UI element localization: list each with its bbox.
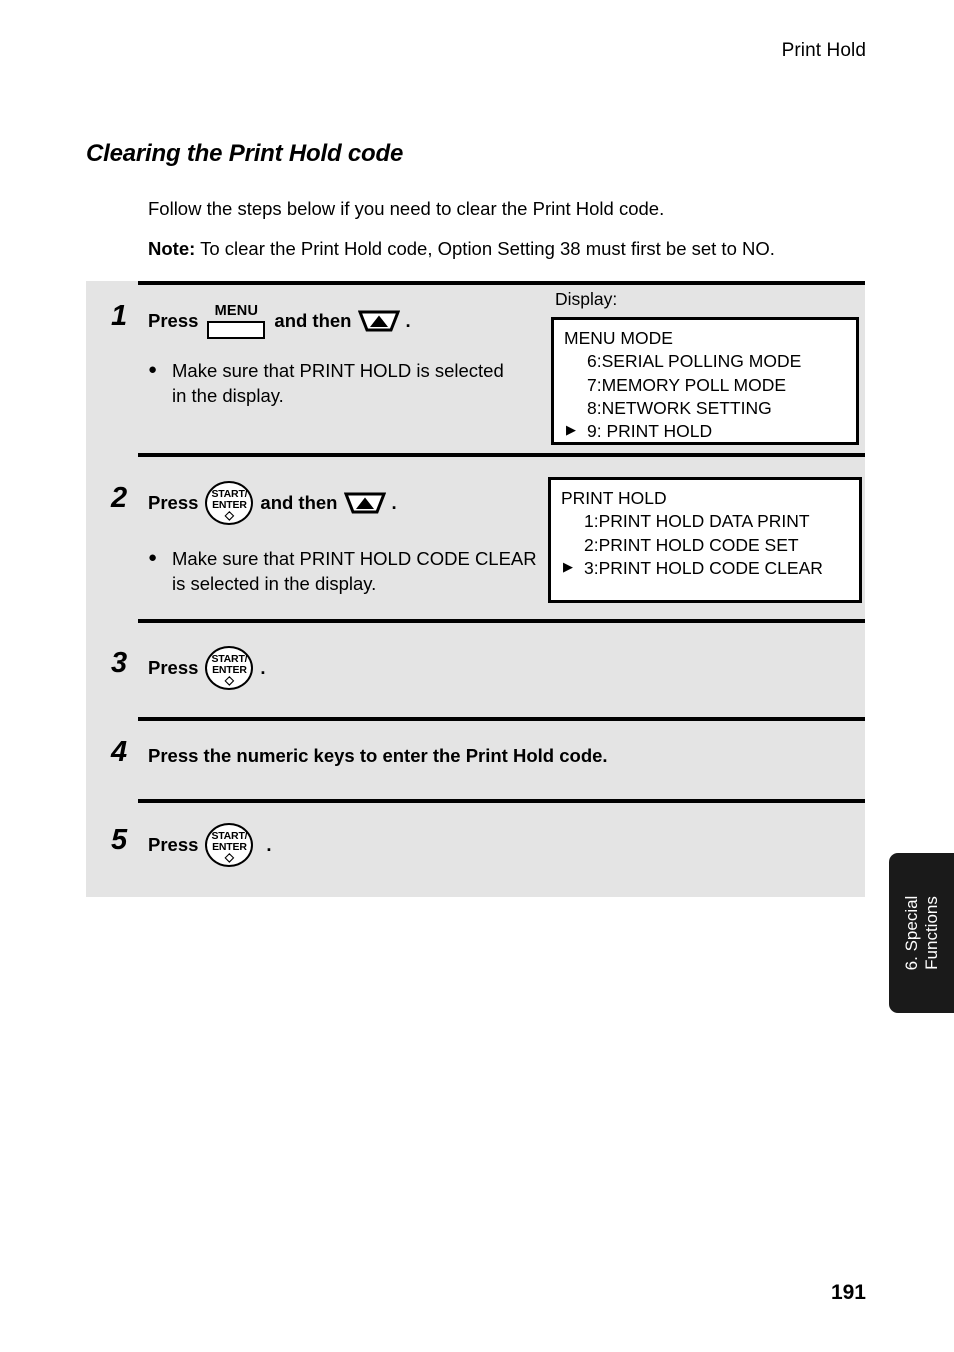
trailing-period: .	[391, 492, 397, 513]
step-number: 1	[111, 300, 128, 332]
start-enter-line1: START/	[211, 653, 248, 665]
step-instruction: Press the numeric keys to enter the Prin…	[148, 745, 608, 766]
trailing-period: .	[260, 657, 266, 678]
start-enter-key-icon[interactable]: START/ ENTER ◇	[205, 481, 254, 525]
press-label: Press	[148, 834, 199, 855]
step-divider	[138, 619, 865, 623]
menu-key-icon[interactable]: MENU	[207, 303, 266, 339]
note-text: To clear the Print Hold code, Option Set…	[200, 238, 775, 259]
instruction-line: Press the numeric keys to enter the Prin…	[148, 745, 608, 767]
lcd-row: 8:NETWORK SETTING	[587, 397, 772, 418]
step-number: 2	[111, 482, 128, 514]
up-arrow-key-icon[interactable]	[357, 309, 400, 333]
lcd-row: MENU MODE	[564, 328, 673, 348]
step-note: ● Make sure that PRINT HOLD CODE CLEAR i…	[148, 547, 548, 597]
step-note: ● Make sure that PRINT HOLD is selected …	[148, 359, 518, 409]
trailing-period: .	[266, 834, 272, 855]
instruction-line: Press MENU and then .	[148, 303, 518, 339]
lcd-row: 6:SERIAL POLLING MODE	[587, 351, 802, 372]
start-symbol-icon: ◇	[224, 508, 235, 522]
step-content: Press the numeric keys to enter the Prin…	[148, 745, 608, 767]
trailing-period: .	[405, 310, 411, 331]
start-symbol-icon: ◇	[224, 673, 235, 687]
chapter-thumb-tab-label: 6. Special Functions	[901, 896, 941, 971]
lcd-row-selected: ▶ 9: PRINT HOLD	[566, 421, 713, 442]
selection-caret-icon: ▶	[563, 558, 573, 574]
chapter-tab-line2: Functions	[921, 896, 941, 970]
press-label: Press	[148, 310, 199, 331]
intro-paragraph: Follow the steps below if you need to cl…	[148, 198, 665, 219]
step-number: 3	[111, 647, 128, 679]
bullet-icon: ●	[148, 549, 158, 566]
chapter-tab-line1: 6. Special	[901, 895, 921, 971]
start-enter-key-icon[interactable]: START/ ENTER ◇	[205, 823, 254, 867]
chapter-thumb-tab: 6. Special Functions	[889, 853, 954, 1013]
start-enter-key-icon[interactable]: START/ ENTER ◇	[205, 646, 254, 690]
instruction-line: Press START/ ENTER ◇ and then .	[148, 481, 548, 525]
bullet-icon: ●	[148, 361, 158, 378]
running-header: Print Hold	[781, 40, 866, 61]
lcd-row: 1:PRINT HOLD DATA PRINT	[584, 511, 810, 532]
note-paragraph: Note: To clear the Print Hold code, Opti…	[148, 238, 775, 260]
start-enter-line1: START/	[211, 488, 248, 500]
step-divider	[138, 453, 865, 457]
menu-key-body	[207, 321, 266, 339]
lcd-row-selected: ▶ 3:PRINT HOLD CODE CLEAR	[563, 557, 823, 578]
instruction-line: Press START/ ENTER ◇ .	[148, 646, 266, 690]
start-enter-line1: START/	[211, 830, 248, 842]
steps-panel: 1 Press MENU and then . ● Make sure that…	[86, 281, 865, 897]
selection-caret-icon: ▶	[566, 422, 576, 438]
lcd-panel-step-2: PRINT HOLD 1:PRINT HOLD DATA PRINT 2:PRI…	[548, 477, 862, 603]
lcd-panel-step-1: MENU MODE 6:SERIAL POLLING MODE 7:MEMORY…	[551, 317, 859, 445]
note-label: Note:	[148, 238, 196, 259]
step-divider	[138, 799, 865, 803]
lcd-row: PRINT HOLD	[561, 488, 667, 508]
step-divider	[138, 717, 865, 721]
display-label: Display:	[555, 289, 618, 309]
start-symbol-icon: ◇	[224, 850, 235, 864]
lcd-row: 7:MEMORY POLL MODE	[587, 374, 787, 395]
press-label: Press	[148, 657, 199, 678]
step-number: 5	[111, 824, 128, 856]
step-content: Press START/ ENTER ◇ .	[148, 646, 266, 690]
step-divider	[138, 281, 865, 285]
press-label: Press	[148, 492, 199, 513]
page-number: 191	[830, 1281, 866, 1304]
menu-key-label: MENU	[214, 303, 259, 319]
page-title: Clearing the Print Hold code	[86, 140, 404, 167]
up-arrow-key-icon[interactable]	[343, 491, 386, 515]
bullet-text: Make sure that PRINT HOLD is selected in…	[172, 360, 504, 406]
lcd-row: 2:PRINT HOLD CODE SET	[584, 534, 799, 555]
and-then-label: and then	[274, 310, 352, 331]
instruction-line: Press START/ ENTER ◇ .	[148, 823, 272, 867]
step-content: Press START/ ENTER ◇ .	[148, 823, 272, 867]
bullet-text: Make sure that PRINT HOLD CODE CLEAR is …	[172, 548, 537, 594]
step-number: 4	[111, 736, 128, 768]
step-content: Press MENU and then . ● Make sure that P…	[148, 303, 518, 409]
step-content: Press START/ ENTER ◇ and then . ● Make s…	[148, 481, 548, 597]
and-then-label: and then	[260, 492, 338, 513]
